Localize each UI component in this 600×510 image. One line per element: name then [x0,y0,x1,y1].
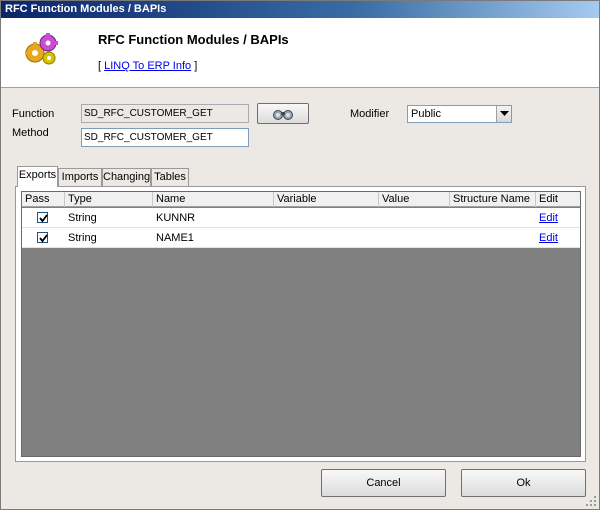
function-field[interactable]: SD_RFC_CUSTOMER_GET [81,104,249,123]
tab-tables[interactable]: Tables [151,168,189,186]
tab-changing[interactable]: Changing [102,168,151,186]
exports-grid[interactable]: Pass Type Name Variable Value Structure … [21,191,581,457]
modifier-label: Modifier [350,108,390,120]
gears-icon [23,31,59,67]
linq-to-erp-info-link[interactable]: LINQ To ERP Info [104,60,191,72]
row-edit-link[interactable]: Edit [539,228,558,248]
column-header-type[interactable]: Type [65,192,153,207]
browse-function-button[interactable] [257,103,309,124]
title-bar: RFC Function Modules / BAPIs [1,1,599,18]
table-row[interactable]: String KUNNR Edit [22,208,580,228]
column-header-structure-name[interactable]: Structure Name [450,192,536,207]
tab-imports[interactable]: Imports [58,168,102,186]
ok-button[interactable]: Ok [461,469,586,497]
row-edit-link[interactable]: Edit [539,208,558,228]
function-label: Function [12,108,55,120]
column-header-value[interactable]: Value [379,192,450,207]
column-header-edit[interactable]: Edit [536,192,580,207]
header-title: RFC Function Modules / BAPIs [98,32,289,47]
header-panel: RFC Function Modules / BAPIs [ LINQ To E… [1,18,599,88]
tab-exports[interactable]: Exports [17,166,58,187]
table-row[interactable]: String NAME1 Edit [22,228,580,248]
row-type: String [68,232,97,244]
cancel-button[interactable]: Cancel [321,469,446,497]
column-header-name[interactable]: Name [153,192,274,207]
binoculars-icon [273,109,293,120]
exports-tab-panel: Pass Type Name Variable Value Structure … [15,186,586,462]
chevron-down-icon[interactable] [496,106,511,122]
pass-checkbox[interactable] [37,232,48,243]
row-type: String [68,212,97,224]
dialog-window: RFC Function Modules / BAPIs RFC Functio… [0,0,600,510]
row-name: KUNNR [156,212,196,224]
row-name: NAME1 [156,232,194,244]
modifier-select[interactable]: Public [407,105,512,123]
column-header-variable[interactable]: Variable [274,192,379,207]
info-link-wrapper: [ LINQ To ERP Info ] [98,60,198,72]
modifier-selected-value: Public [411,108,441,120]
grid-header: Pass Type Name Variable Value Structure … [22,192,580,207]
pass-checkbox[interactable] [37,212,48,223]
method-field[interactable]: SD_RFC_CUSTOMER_GET [81,128,249,147]
method-label: Method [12,127,49,139]
column-header-pass[interactable]: Pass [22,192,65,207]
resize-grip-icon[interactable] [585,495,597,507]
